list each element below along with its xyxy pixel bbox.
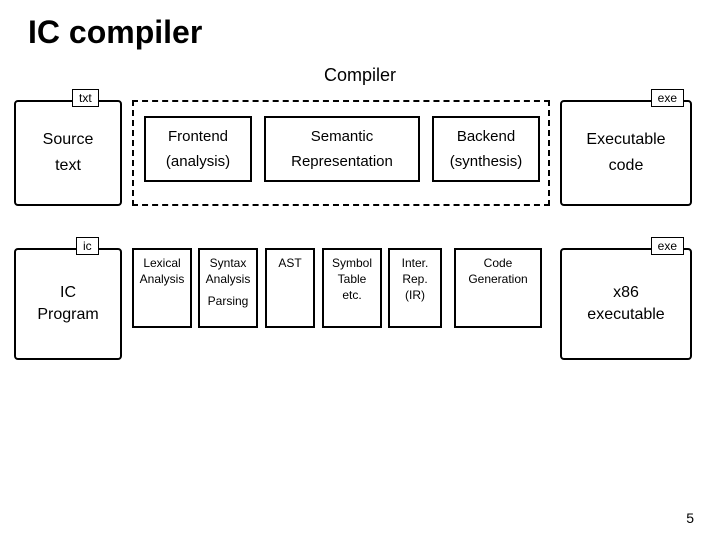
syntax-analysis-box: Syntax Analysis Parsing	[198, 248, 258, 328]
source-text-box: txt Source text	[14, 100, 122, 206]
page-number: 5	[686, 510, 694, 526]
analysis-label: (analysis)	[166, 153, 230, 170]
exe-tag: exe	[651, 89, 684, 107]
x86-executable-box: exe x86 executable	[560, 248, 692, 360]
ast-box: AST	[265, 248, 315, 328]
pipeline-detail-row: ic IC Program Lexical Analysis Syntax An…	[0, 248, 720, 378]
synthesis-label: (synthesis)	[450, 153, 523, 170]
text-label: text	[55, 157, 81, 175]
representation-label: Representation	[291, 153, 393, 170]
ic-program-box: ic IC Program	[14, 248, 122, 360]
compiler-overview-row: txt Source text Frontend (analysis) Sema…	[0, 92, 720, 212]
code-label: code	[609, 157, 644, 175]
ir-box: Inter. Rep. (IR)	[388, 248, 442, 328]
lexical-analysis-box: Lexical Analysis	[132, 248, 192, 328]
slide-title: IC compiler	[0, 0, 720, 51]
backend-box: Backend (synthesis)	[432, 116, 540, 182]
x86-label: x86	[613, 284, 639, 302]
source-label: Source	[43, 131, 94, 149]
program-label: Program	[37, 306, 98, 324]
ic-label: IC	[60, 284, 76, 302]
executable-label-2: executable	[587, 306, 664, 324]
frontend-label: Frontend	[168, 128, 228, 145]
executable-code-box: exe Executable code	[560, 100, 692, 206]
executable-label: Executable	[586, 131, 665, 149]
semantic-label: Semantic	[311, 128, 374, 145]
semantic-box: Semantic Representation	[264, 116, 420, 182]
backend-label: Backend	[457, 128, 515, 145]
code-generation-box: Code Generation	[454, 248, 542, 328]
frontend-box: Frontend (analysis)	[144, 116, 252, 182]
symbol-table-box: Symbol Table etc.	[322, 248, 382, 328]
ic-tag: ic	[76, 237, 99, 255]
txt-tag: txt	[72, 89, 99, 107]
exe-tag-2: exe	[651, 237, 684, 255]
compiler-label: Compiler	[0, 65, 720, 86]
